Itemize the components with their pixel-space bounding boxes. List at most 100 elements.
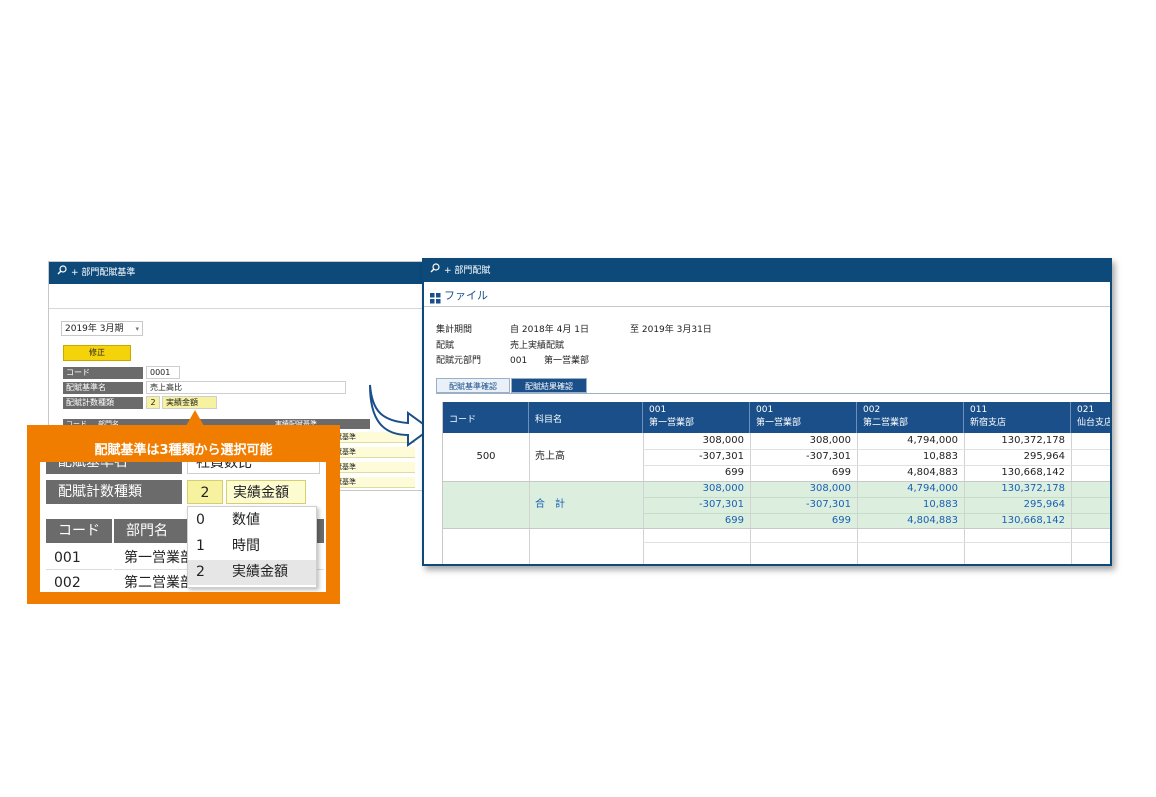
right-window-title: 部門配賦 xyxy=(454,266,491,276)
dept-code: 021 xyxy=(1077,405,1095,415)
result-table: コード 科目名 001 第一営業部 001 第一営業部 002 第二営業部 011 新宿… xyxy=(442,402,1112,564)
source-code: 001 xyxy=(510,356,528,366)
dept-code: 002 xyxy=(863,405,881,415)
zoom-count-type-num[interactable]: 2 xyxy=(187,480,223,504)
count-type-num[interactable]: 2 xyxy=(146,396,160,409)
col-header-dept: 002 第二営業部 xyxy=(857,402,964,433)
grid-line xyxy=(643,542,1110,543)
period-to: 至 2019年 3月31日 xyxy=(630,325,712,335)
count-type-label: 配賦計数種類 xyxy=(63,397,143,409)
dept-name: 第一営業部 xyxy=(756,418,802,428)
dept-name: 第二営業部 xyxy=(863,418,909,428)
zoom-header-code: コード xyxy=(46,519,112,543)
option-label: 時間 xyxy=(232,538,260,554)
option-num: 2 xyxy=(196,564,205,580)
total-cell: 4,804,883 xyxy=(907,515,958,526)
option-label: 実績金額 xyxy=(232,564,288,580)
search-plus-icon[interactable] xyxy=(430,260,444,282)
dept-name: 仙台支店 xyxy=(1077,418,1112,428)
count-type-field[interactable]: 実績金額 xyxy=(162,396,217,409)
tab-underline xyxy=(436,393,1110,394)
grid-row: 賦基準 xyxy=(335,477,415,488)
zoomed-selector: 配賦基準名 社員数比 配賦計数種類 2 実績金額 コード 部門名 001 第一営… xyxy=(40,462,326,592)
total-cell: 4,794,000 xyxy=(907,483,958,494)
option-num: 0 xyxy=(196,512,205,528)
grid-line xyxy=(1071,433,1072,564)
total-cell: 10,883 xyxy=(923,499,958,510)
alloc-value: 売上実績配賦 xyxy=(510,341,565,351)
cell-value: 130,668,142 xyxy=(1001,467,1065,478)
zoom-row-code: 002 xyxy=(54,575,81,591)
cell-value: -307,301 xyxy=(699,451,744,462)
col-header-dept: 001 第一営業部 xyxy=(750,402,857,433)
source-name: 第一営業部 xyxy=(544,356,590,366)
option-label: 数値 xyxy=(232,512,260,528)
grid-row: 賦基準 xyxy=(335,447,415,458)
dept-name: 第一営業部 xyxy=(649,418,695,428)
total-cell: 699 xyxy=(724,515,744,526)
zoom-count-type-value[interactable]: 実績金額 xyxy=(226,480,306,504)
dropdown-option-selected[interactable]: 2 実績金額 xyxy=(188,560,316,585)
total-cell: 130,372,178 xyxy=(1001,483,1065,494)
search-plus-icon[interactable] xyxy=(57,262,71,284)
file-menu[interactable]: ファイル xyxy=(444,287,488,303)
col-header-dept: 021 仙台支店 xyxy=(1071,402,1112,433)
total-cell: 308,000 xyxy=(809,483,851,494)
alloc-label: 配賦 xyxy=(436,341,455,351)
col-header-dept: 011 新宿支店 xyxy=(964,402,1071,433)
left-toolbar xyxy=(49,284,449,309)
dropdown-option[interactable]: 0 数値 xyxy=(188,508,316,533)
period-select[interactable]: 2019年 3月期 ▾ xyxy=(61,321,143,336)
left-window-title: 部門配賦基準 xyxy=(81,268,136,278)
basis-name-field[interactable]: 売上高比 xyxy=(146,381,346,394)
col-header-code: コード xyxy=(443,402,529,433)
total-cell: 130,668,142 xyxy=(1001,515,1065,526)
count-type-dropdown[interactable]: 0 数値 1 時間 2 実績金額 xyxy=(187,506,317,588)
chevron-down-icon: ▾ xyxy=(135,325,139,333)
code-field[interactable]: 0001 xyxy=(146,366,180,379)
dropdown-option[interactable]: 1 時間 xyxy=(188,534,316,559)
col-header-account: 科目名 xyxy=(529,402,643,433)
cell-value: 699 xyxy=(831,467,851,478)
tab-basis-check[interactable]: 配賦基準確認 xyxy=(436,378,510,393)
period-select-value: 2019年 3月期 xyxy=(65,324,124,334)
cell-value: 4,794,000 xyxy=(907,435,958,446)
callout-pointer xyxy=(186,410,204,426)
cell-value: 308,000 xyxy=(702,435,744,446)
cell-value: 295,964 xyxy=(1023,451,1065,462)
cell-value: 130,372,178 xyxy=(1001,435,1065,446)
menu-bar: ファイル xyxy=(424,282,1110,307)
grid-menu-icon[interactable] xyxy=(430,289,441,308)
right-title-bar: + 部門配賦 xyxy=(424,260,1110,282)
row-account: 売上高 xyxy=(535,451,565,462)
total-cell: -307,301 xyxy=(699,499,744,510)
callout-title: 配賦基準は3種類から選択可能 xyxy=(94,443,273,458)
zoom-partial-label: 配賦基準名 xyxy=(46,462,182,474)
cell-value: 4,804,883 xyxy=(907,467,958,478)
dept-code: 001 xyxy=(649,405,667,415)
option-num: 1 xyxy=(196,538,205,554)
cell-value: 699 xyxy=(724,467,744,478)
row-code: 500 xyxy=(476,451,496,462)
tab-result-check[interactable]: 配賦結果確認 xyxy=(511,378,587,393)
total-cell: -307,301 xyxy=(806,499,851,510)
period-label: 集計期間 xyxy=(436,325,473,335)
basis-name-label: 配賦基準名 xyxy=(63,382,143,394)
total-label: 合 計 xyxy=(535,499,565,510)
dept-name: 新宿支店 xyxy=(970,418,1007,428)
zoom-partial-value: 社員数比 xyxy=(187,462,320,474)
zoom-count-type-label: 配賦計数種類 xyxy=(46,480,182,504)
total-cell: 295,964 xyxy=(1023,499,1065,510)
grid-row: 賦基準 xyxy=(335,462,415,473)
dept-code: 011 xyxy=(970,405,988,415)
left-title-bar: + 部門配賦基準 xyxy=(49,262,449,284)
period-from: 自 2018年 4月 1日 xyxy=(510,325,589,335)
zoom-row-code: 001 xyxy=(46,546,112,570)
total-cell: 308,000 xyxy=(702,483,744,494)
fix-button[interactable]: 修正 xyxy=(63,345,131,361)
col-header-dept: 001 第一営業部 xyxy=(643,402,750,433)
source-label: 配賦元部門 xyxy=(436,356,482,366)
total-cell: 699 xyxy=(831,515,851,526)
cell-value: -307,301 xyxy=(806,451,851,462)
cell-value: 308,000 xyxy=(809,435,851,446)
